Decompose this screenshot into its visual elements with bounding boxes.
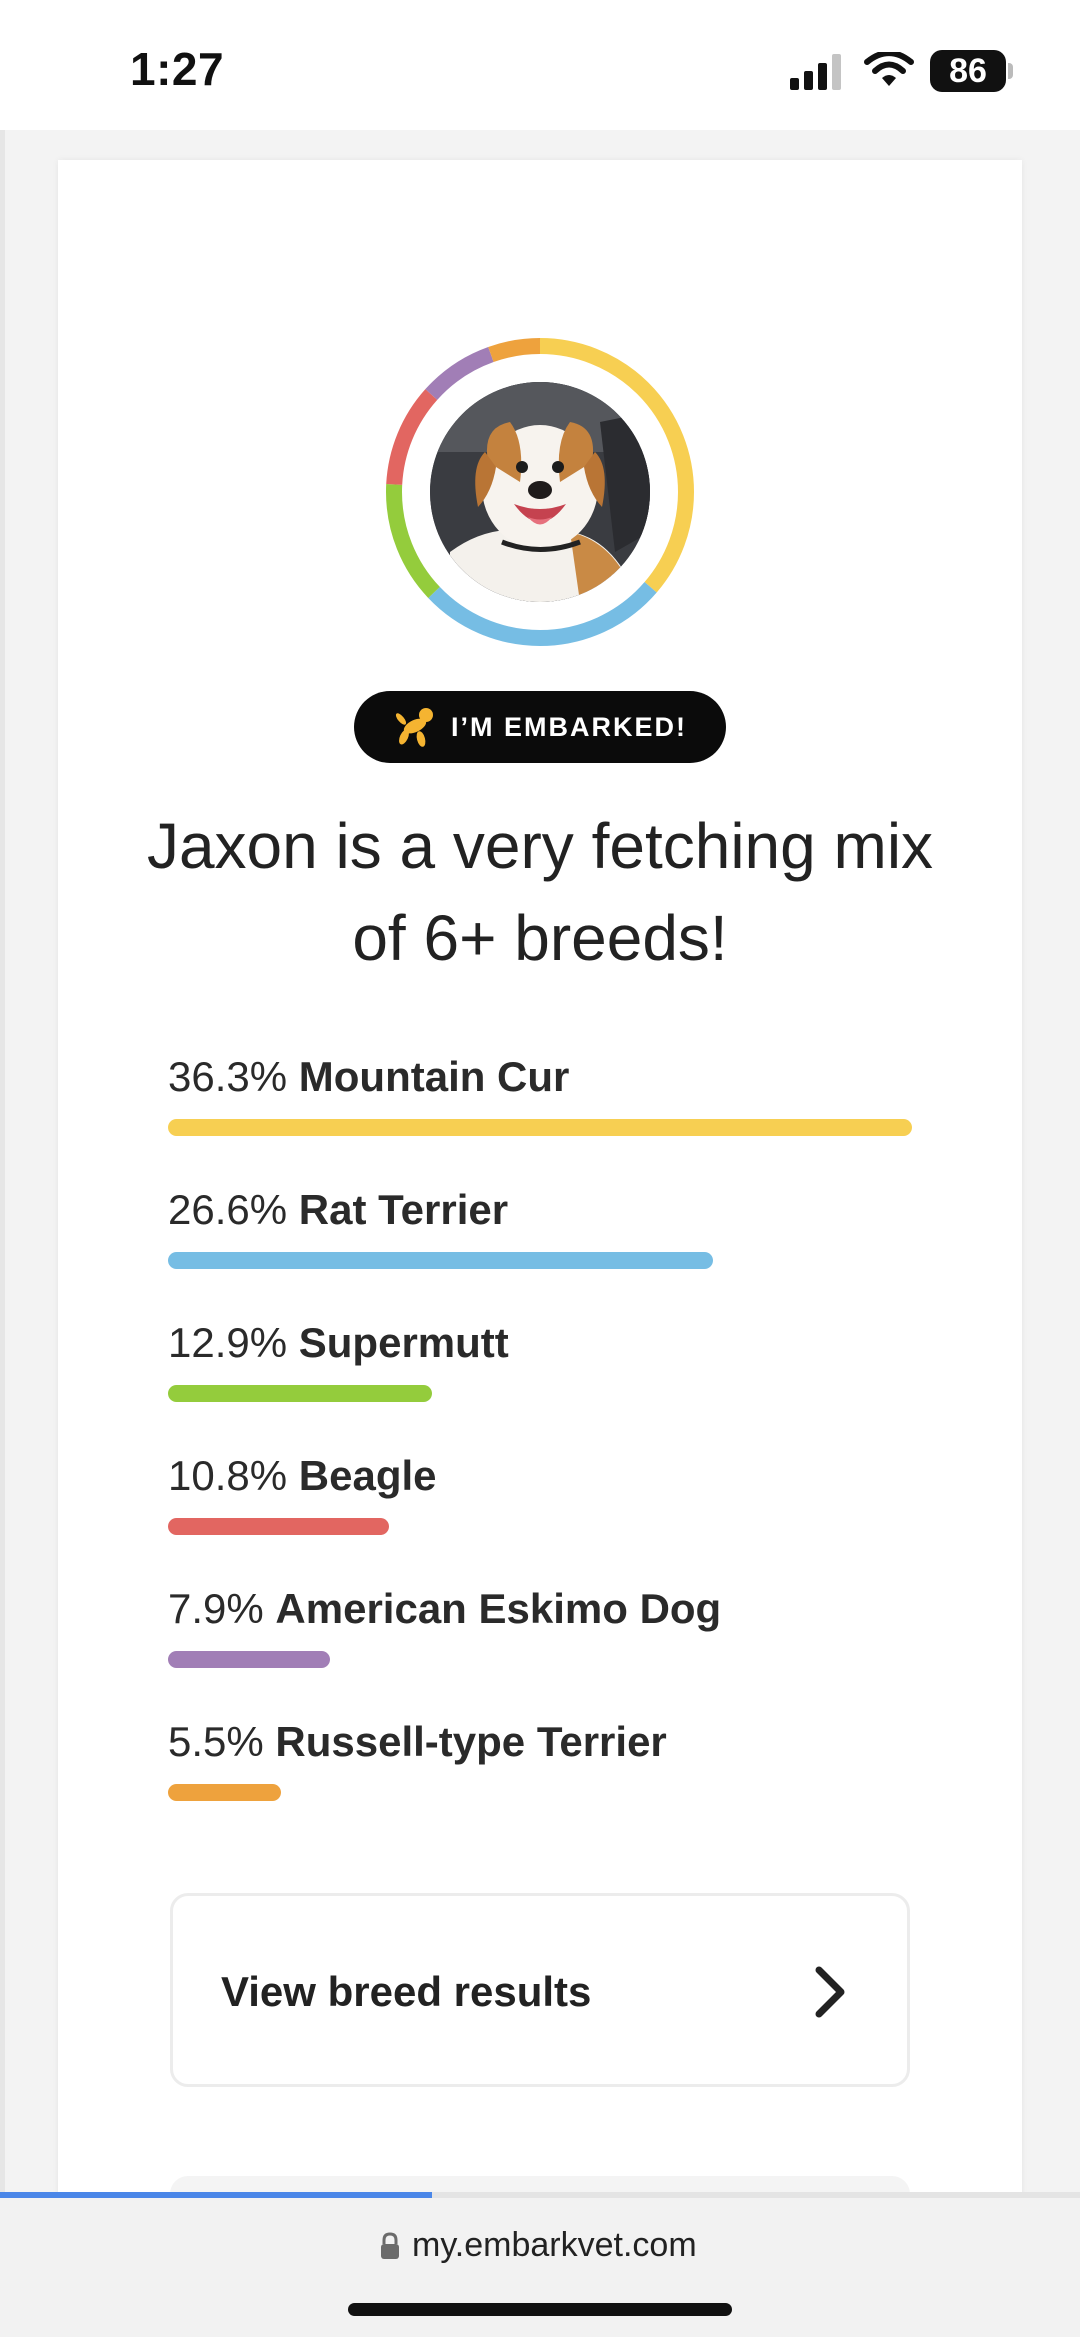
breed-name: Supermutt bbox=[298, 1319, 509, 1366]
breed-row-russell-type-terrier: 5.5% Russell-type Terrier bbox=[168, 1718, 928, 1801]
url-text[interactable]: my.embarkvet.com bbox=[412, 2226, 697, 2265]
breed-bar bbox=[168, 1119, 912, 1136]
breed-row-supermutt: 12.9% Supermutt bbox=[168, 1319, 928, 1402]
status-time: 1:27 bbox=[130, 43, 225, 95]
breed-name: American Eskimo Dog bbox=[275, 1585, 722, 1632]
badge-label: I’M EMBARKED! bbox=[451, 711, 687, 742]
breed-row-american-eskimo-dog: 7.9% American Eskimo Dog bbox=[168, 1585, 928, 1668]
breed-bar bbox=[168, 1252, 714, 1269]
breed-bar bbox=[168, 1385, 433, 1402]
breed-name: Rat Terrier bbox=[298, 1186, 509, 1233]
browser-address-bar[interactable]: my.embarkvet.com bbox=[0, 2198, 1080, 2337]
breed-percent: 36.3% bbox=[168, 1053, 288, 1100]
page-edge bbox=[0, 130, 5, 2192]
breed-percent: 10.8% bbox=[168, 1452, 288, 1499]
status-bar: 1:27 86 bbox=[0, 0, 1080, 130]
view-breed-results-button[interactable]: View breed results bbox=[170, 1893, 910, 2087]
breed-bar bbox=[168, 1784, 281, 1801]
battery-icon: 86 bbox=[930, 50, 1006, 92]
headline: Jaxon is a very fetching mix of 6+ breed… bbox=[146, 810, 934, 974]
balloon-dog-icon bbox=[395, 708, 433, 747]
breed-name: Mountain Cur bbox=[298, 1053, 570, 1100]
breed-row-rat-terrier: 26.6% Rat Terrier bbox=[168, 1186, 928, 1269]
breed-bar bbox=[168, 1518, 390, 1535]
dog-photo bbox=[430, 382, 650, 602]
chevron-right-icon bbox=[815, 1966, 845, 2018]
breed-name: Russell-type Terrier bbox=[275, 1718, 667, 1765]
dog-illustration bbox=[430, 382, 650, 602]
wifi-icon bbox=[864, 52, 914, 86]
embarked-badge: I’M EMBARKED! bbox=[354, 691, 726, 763]
home-indicator[interactable] bbox=[348, 2303, 732, 2316]
breed-percent: 7.9% bbox=[168, 1585, 264, 1632]
breed-percent: 12.9% bbox=[168, 1319, 288, 1366]
dog-avatar[interactable] bbox=[382, 334, 698, 650]
lock-icon bbox=[381, 2232, 399, 2259]
breed-percent: 5.5% bbox=[168, 1718, 264, 1765]
breed-row-mountain-cur: 36.3% Mountain Cur bbox=[168, 1053, 928, 1136]
view-breed-results-label: View breed results bbox=[221, 1968, 592, 2015]
breed-bar bbox=[168, 1651, 330, 1668]
battery-cap bbox=[1008, 63, 1013, 79]
signal-icon bbox=[790, 54, 841, 90]
breed-name: Beagle bbox=[298, 1452, 437, 1499]
breed-percent: 26.6% bbox=[168, 1186, 288, 1233]
breed-row-beagle: 10.8% Beagle bbox=[168, 1452, 928, 1535]
